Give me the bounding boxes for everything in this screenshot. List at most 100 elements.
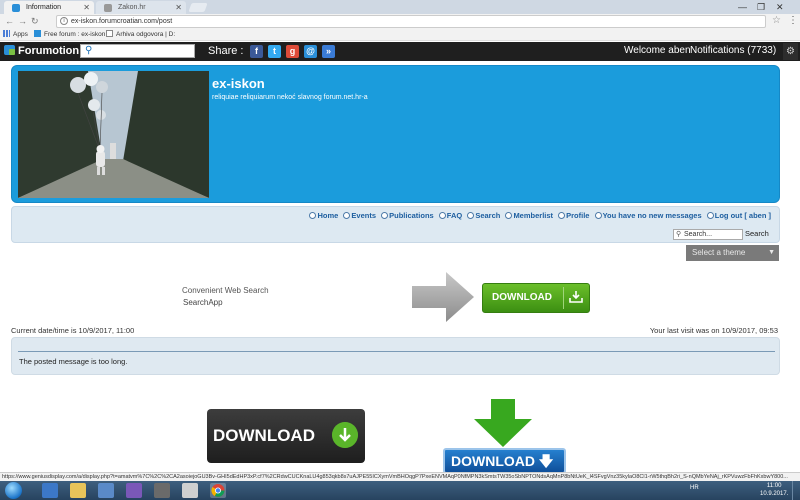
forumotion-logo-icon (4, 45, 15, 55)
url-text: ex-iskon.forumcroatian.com/post (71, 18, 173, 25)
members-icon (505, 212, 513, 219)
message-box: The posted message is too long. (11, 337, 780, 375)
chrome-icon[interactable] (210, 483, 226, 498)
grey-arrow-icon (412, 272, 474, 322)
last-visit: Your last visit was on 10/9/2017, 09:53 (649, 326, 778, 335)
language-indicator[interactable]: HR (690, 485, 699, 491)
forum-title[interactable]: ex-iskon (212, 76, 265, 91)
nav-logout[interactable]: Log out [ aben ] (706, 211, 771, 220)
bookmark-star-icon[interactable]: ☆ (772, 15, 781, 26)
show-desktop-button[interactable] (792, 481, 800, 500)
back-icon[interactable]: ← (5, 15, 14, 28)
bookmark-arhiva[interactable]: Arhiva odgovora | D: (106, 29, 175, 41)
nav-events[interactable]: Events (343, 211, 376, 220)
logout-icon (706, 212, 714, 219)
nav-messages[interactable]: You have no new messages (594, 211, 702, 220)
theme-select[interactable]: Select a theme ▼ (686, 245, 779, 261)
download-dark-ad-button[interactable]: DOWNLOAD (207, 409, 365, 463)
download-blue-ad-button[interactable]: DOWNLOAD 🡇 (443, 448, 566, 474)
tab-information[interactable]: Information ✕ (4, 1, 94, 14)
ie-icon[interactable] (42, 483, 58, 498)
nav-memberlist[interactable]: Memberlist (505, 211, 553, 220)
media-icon[interactable] (98, 483, 114, 498)
publications-icon (381, 212, 389, 219)
tab-label: Zakon.hr (118, 4, 146, 11)
download-tray-icon (569, 291, 583, 303)
facebook-icon[interactable]: f (250, 45, 263, 58)
ad-headline[interactable]: Convenient Web Search (182, 286, 269, 295)
share-more-icon[interactable]: » (322, 45, 335, 58)
forward-icon[interactable]: → (18, 15, 27, 28)
ad-app-name[interactable]: SearchApp (183, 298, 223, 307)
forum-subtitle: reliquiae reliquiarum nekoć slavnog foru… (212, 94, 368, 101)
forumotion-logo[interactable]: Forumotion (4, 45, 79, 57)
search-icon: ⚲ (85, 45, 93, 56)
viber-icon[interactable] (126, 483, 142, 498)
windows-taskbar: HR 11:00 10.9.2017. (0, 481, 800, 500)
page-content: ex-iskon reliquiae reliquiarum nekoć sla… (0, 61, 800, 474)
forum-favicon-icon (12, 4, 20, 12)
browser-menu-icon[interactable]: ⋮ (788, 15, 798, 26)
zakon-favicon-icon (104, 4, 112, 12)
google-plus-icon[interactable]: g (286, 45, 299, 58)
close-tab-icon[interactable]: ✕ (83, 1, 90, 14)
faq-icon (438, 212, 446, 219)
divider (18, 351, 775, 352)
explorer-icon[interactable] (70, 483, 86, 498)
quick-search-input[interactable]: ⚲ Search... (673, 229, 743, 240)
page-icon (106, 30, 113, 37)
tab-zakon[interactable]: Zakon.hr ✕ (96, 1, 186, 14)
reload-icon[interactable]: ↻ (31, 15, 39, 28)
nav-home[interactable]: Home (309, 211, 338, 220)
browser-tab-bar: Information ✕ Zakon.hr ✕ — ❐ ✕ (0, 0, 800, 14)
close-tab-icon[interactable]: ✕ (175, 1, 182, 14)
chevron-down-icon: ▼ (768, 249, 775, 256)
profile-icon (558, 212, 566, 219)
info-icon[interactable]: i (60, 17, 68, 25)
current-datetime: Current date/time is 10/9/2017, 11:00 (11, 326, 135, 335)
nav-profile[interactable]: Profile (558, 211, 589, 220)
tools-icon[interactable] (154, 483, 170, 498)
download-arrow-icon (332, 422, 358, 448)
start-button[interactable] (5, 482, 22, 499)
minimize-icon[interactable]: — (738, 0, 747, 14)
nav-links: Home Events Publications FAQ Search Memb… (306, 211, 771, 220)
nav-publications[interactable]: Publications (381, 211, 434, 220)
welcome-user[interactable]: Welcome aben (624, 45, 691, 56)
nav-faq[interactable]: FAQ (438, 211, 462, 220)
bookmark-apps[interactable]: Apps (3, 29, 28, 41)
nav-search[interactable]: Search (467, 211, 500, 220)
app-icon[interactable] (182, 483, 198, 498)
search-button[interactable]: Search (745, 229, 769, 238)
notifications-link[interactable]: Notifications (7733) (690, 45, 776, 56)
twitter-icon[interactable]: t (268, 45, 281, 58)
email-icon[interactable]: @ (304, 45, 317, 58)
home-icon (309, 212, 317, 219)
button-divider (563, 287, 564, 309)
settings-icon[interactable]: ⚙ (783, 43, 798, 60)
green-arrow-down-icon (474, 399, 532, 447)
forum-navigation: Home Events Publications FAQ Search Memb… (11, 206, 780, 243)
forum-header: ex-iskon reliquiae reliquiarum nekoć sla… (11, 65, 780, 203)
forum-banner-image[interactable] (18, 71, 209, 198)
bookmark-free-forum[interactable]: Free forum : ex-iskon (34, 29, 105, 41)
new-tab-button[interactable] (188, 3, 208, 12)
tab-label: Information (26, 4, 62, 11)
search-icon: ⚲ (676, 231, 682, 238)
maximize-icon[interactable]: ❐ (757, 0, 765, 14)
error-message: The posted message is too long. (19, 357, 128, 366)
download-ad-button[interactable]: DOWNLOAD (482, 283, 590, 313)
system-clock[interactable]: 11:00 10.9.2017. (760, 482, 788, 498)
forumotion-toolbar: Forumotion ⚲ Share : f t g @ » Welcome a… (0, 42, 800, 61)
envelope-icon (594, 212, 602, 219)
share-label: Share : (208, 45, 244, 57)
apps-grid-icon (3, 30, 10, 37)
notifications-count: (7733) (747, 45, 777, 56)
forumotion-search-input[interactable]: ⚲ (80, 44, 195, 58)
theme-select-value: Select a theme (692, 248, 746, 257)
forum-favicon-icon (34, 30, 41, 37)
download-arrow-icon: 🡇 (538, 453, 554, 469)
status-bar-url: https://www.geniusdisplay.com/a/display.… (0, 472, 800, 481)
close-window-icon[interactable]: ✕ (776, 0, 784, 14)
url-bar[interactable]: i ex-iskon.forumcroatian.com/post (56, 15, 766, 28)
